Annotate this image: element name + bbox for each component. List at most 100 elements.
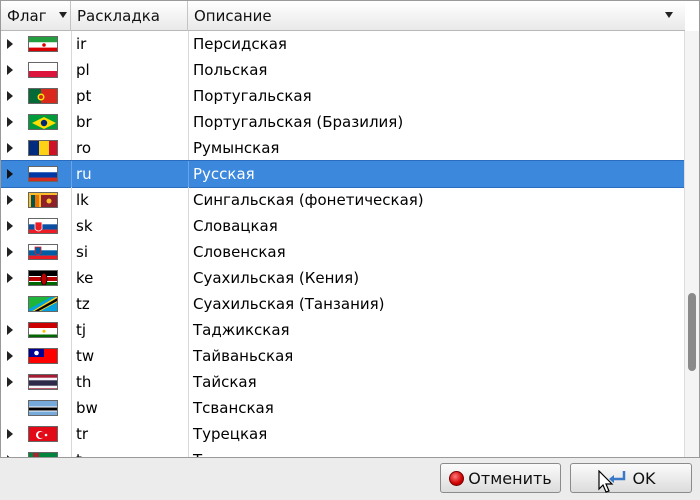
table-row[interactable]: th Тайская — [1, 369, 685, 395]
header-flag[interactable]: Флаг — [1, 1, 71, 31]
layout-description: Т — [193, 447, 202, 457]
expand-arrow-icon[interactable] — [7, 39, 13, 49]
layout-description: Персидская — [193, 35, 287, 53]
header-layout[interactable]: Раскладка — [71, 1, 188, 31]
column-divider — [188, 395, 189, 421]
layout-code: ru — [76, 165, 92, 183]
cancel-button[interactable]: Отменить — [440, 463, 561, 493]
column-divider — [71, 343, 72, 369]
flag-lk-icon — [28, 192, 58, 208]
table-row[interactable]: br Португальская (Бразилия) — [1, 109, 685, 135]
header-description[interactable]: Описание — [188, 1, 685, 31]
layout-description: Тайская — [193, 373, 257, 391]
layout-description: Польская — [193, 61, 268, 79]
flag-bw-icon — [28, 400, 58, 416]
expand-arrow-icon[interactable] — [7, 65, 13, 75]
expand-arrow-icon[interactable] — [7, 143, 13, 153]
column-header: Флаг Раскладка Описание — [1, 1, 685, 31]
table-row[interactable]: sk Словацкая — [1, 213, 685, 239]
flag-tr-icon — [28, 426, 58, 442]
flag-ro-icon — [28, 140, 58, 156]
ok-button[interactable]: OK — [570, 463, 692, 493]
column-divider — [188, 161, 189, 187]
expand-arrow-icon[interactable] — [7, 247, 13, 257]
table-row[interactable]: pt Португальская — [1, 83, 685, 109]
flag-br-icon — [28, 114, 58, 130]
column-divider — [188, 57, 189, 83]
table-row[interactable]: ro Румынская — [1, 135, 685, 161]
expand-arrow-icon[interactable] — [7, 221, 13, 231]
layout-code: si — [76, 243, 88, 261]
flag-tw-icon — [28, 348, 58, 364]
table-row[interactable]: ir Персидская — [1, 31, 685, 57]
layout-description: Румынская — [193, 139, 280, 157]
table-row[interactable]: tz Суахильская (Танзания) — [1, 291, 685, 317]
column-divider — [71, 135, 72, 161]
layout-description: Тайваньская — [193, 347, 294, 365]
column-divider — [71, 109, 72, 135]
table-row[interactable]: ke Суахильская (Кения) — [1, 265, 685, 291]
scrollbar-thumb[interactable] — [688, 293, 696, 371]
column-divider — [188, 265, 189, 291]
layout-description: Португальская (Бразилия) — [193, 113, 404, 131]
column-divider — [71, 395, 72, 421]
flag-si-icon — [28, 244, 58, 260]
column-divider — [71, 291, 72, 317]
expand-arrow-icon[interactable] — [7, 429, 13, 439]
expand-arrow-icon[interactable] — [7, 169, 13, 179]
expand-arrow-icon[interactable] — [7, 351, 13, 361]
layout-code: sk — [76, 217, 93, 235]
column-divider — [188, 213, 189, 239]
table-row[interactable]: tr Турецкая — [1, 421, 685, 447]
column-divider — [71, 239, 72, 265]
column-divider — [188, 343, 189, 369]
sort-down-icon — [59, 12, 67, 18]
column-divider — [188, 135, 189, 161]
flag-ru-icon — [28, 166, 58, 182]
layout-description: Суахильская (Танзания) — [193, 295, 385, 313]
layout-code: ir — [76, 35, 87, 53]
layout-code: t — [76, 447, 82, 457]
layout-code: ke — [76, 269, 94, 287]
table-row[interactable]: si Словенская — [1, 239, 685, 265]
layout-description: Португальская — [193, 87, 312, 105]
layout-code: tj — [76, 321, 87, 339]
layout-description: Словацкая — [193, 217, 278, 235]
table-row[interactable]: tj Таджикская — [1, 317, 685, 343]
expand-arrow-icon[interactable] — [7, 377, 13, 387]
expand-arrow-icon[interactable] — [7, 195, 13, 205]
layout-code: pl — [76, 61, 90, 79]
flag-sk-icon — [28, 218, 58, 234]
table-row[interactable]: bw Тсванская — [1, 395, 685, 421]
header-layout-label: Раскладка — [77, 7, 160, 25]
expand-arrow-icon[interactable] — [7, 273, 13, 283]
column-divider — [188, 291, 189, 317]
column-divider — [188, 447, 189, 457]
expand-arrow-icon[interactable] — [7, 325, 13, 335]
vertical-scrollbar[interactable] — [684, 31, 699, 457]
keyboard-layout-list[interactable]: Флаг Раскладка Описание ir Персидская pl По… — [0, 0, 700, 458]
layout-description: Таджикская — [193, 321, 290, 339]
table-row[interactable]: tТ — [1, 447, 685, 457]
layout-description: Русская — [193, 165, 255, 183]
flag-pt-icon — [28, 88, 58, 104]
table-row[interactable]: ru Русская — [1, 160, 686, 188]
table-row[interactable]: tw Тайваньская — [1, 343, 685, 369]
table-row[interactable]: pl Польская — [1, 57, 685, 83]
column-divider — [71, 57, 72, 83]
header-description-label: Описание — [194, 7, 272, 25]
column-divider — [71, 83, 72, 109]
expand-arrow-icon[interactable] — [7, 117, 13, 127]
flag-th-icon — [28, 374, 58, 390]
dialog-footer: Отменить OK — [0, 458, 700, 500]
expand-arrow-icon[interactable] — [7, 91, 13, 101]
column-divider — [71, 421, 72, 447]
layout-code: ro — [76, 139, 92, 157]
layout-code: tw — [76, 347, 95, 365]
layout-description: Тсванская — [193, 399, 274, 417]
table-row[interactable]: lk Сингальская (фонетическая) — [1, 187, 685, 213]
column-divider — [188, 31, 189, 57]
layout-description: Сингальская (фонетическая) — [193, 191, 424, 209]
column-divider — [188, 239, 189, 265]
layout-code: br — [76, 113, 92, 131]
